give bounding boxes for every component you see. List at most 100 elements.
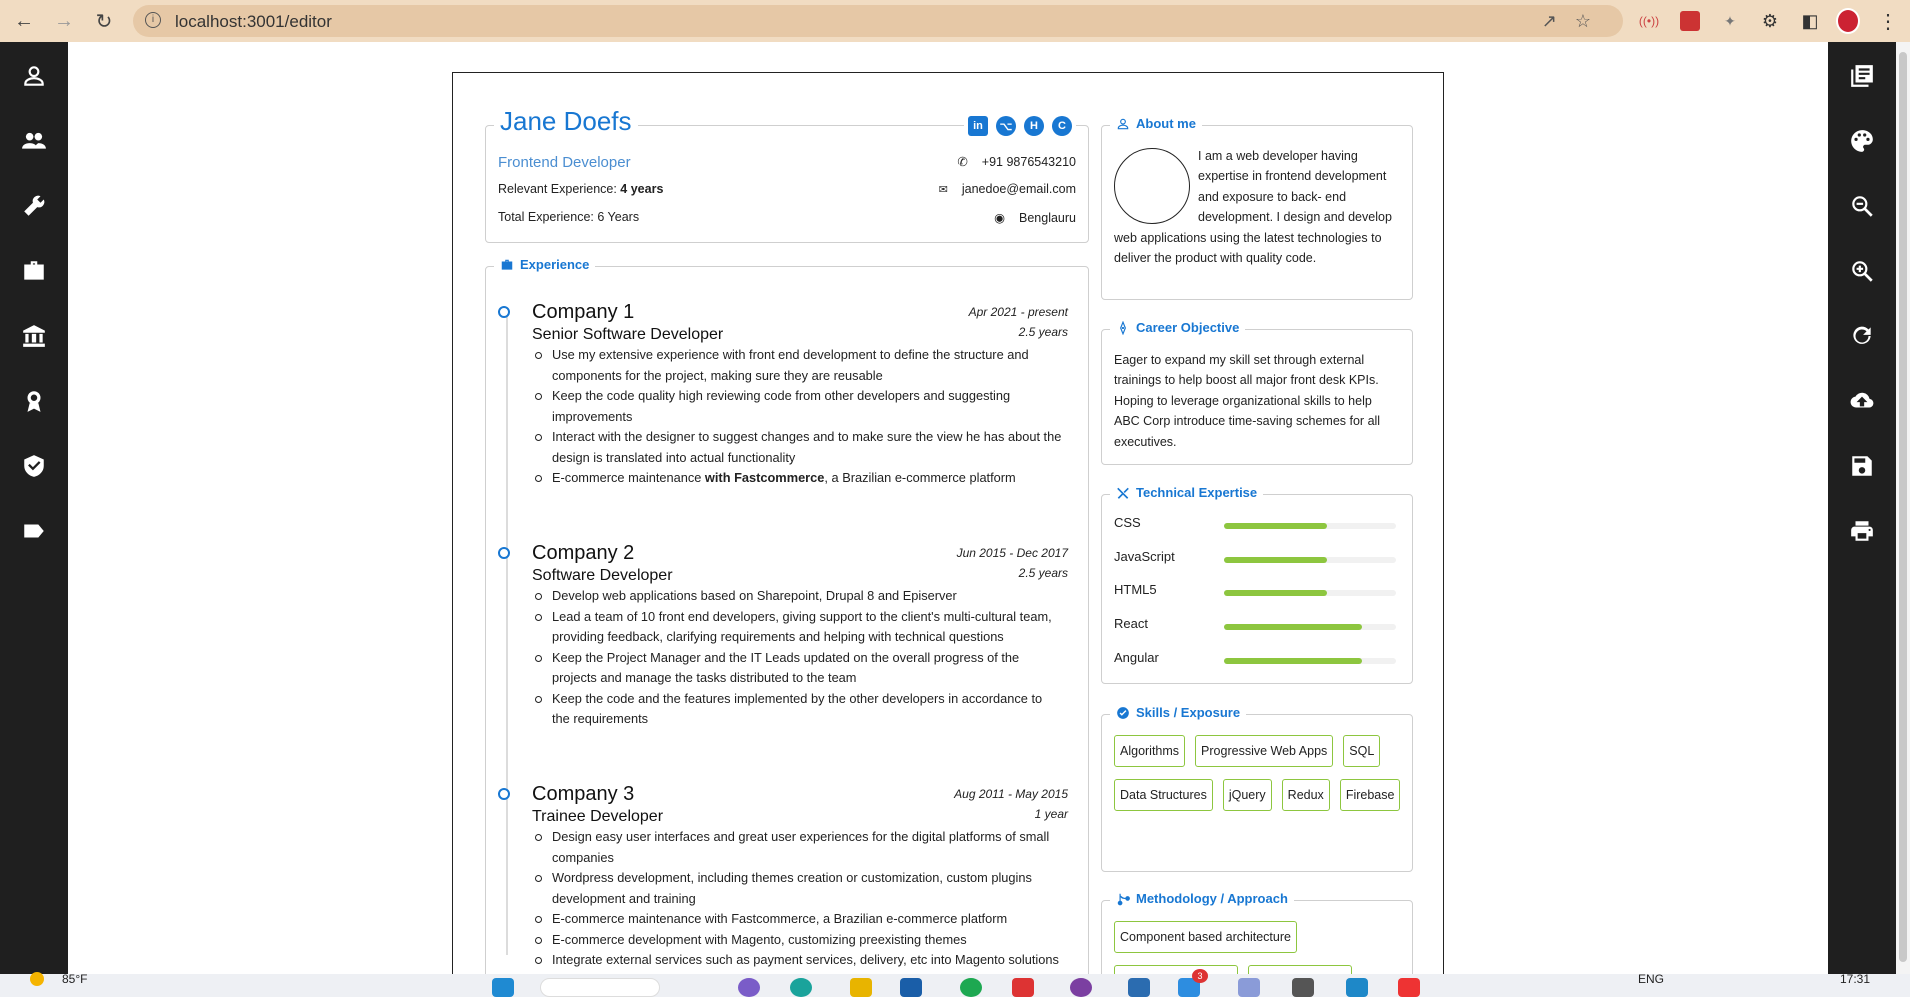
location-text[interactable]: Benglauru (1019, 211, 1076, 225)
skill-row[interactable]: Angular (1114, 650, 1404, 670)
skill-row[interactable]: React (1114, 616, 1404, 636)
shield-icon[interactable] (18, 450, 50, 482)
back-icon[interactable]: ← (12, 9, 36, 33)
job-dates[interactable]: Jun 2015 - Dec 2017 (957, 546, 1068, 560)
skill-chip[interactable]: Firebase (1339, 779, 1401, 811)
github-icon[interactable]: ⌥ (996, 116, 1016, 136)
skill-row[interactable]: CSS (1114, 515, 1404, 535)
info-icon[interactable]: i (145, 12, 161, 28)
briefcase-icon[interactable] (18, 255, 50, 287)
zoom-out-icon[interactable] (1846, 190, 1878, 222)
job-bullet[interactable]: Wordpress development, including themes … (532, 868, 1062, 909)
job-duration[interactable]: 2.5 years (1019, 566, 1068, 580)
job-bullet[interactable]: Integrate external services such as paym… (532, 950, 1062, 971)
label-icon[interactable] (18, 515, 50, 547)
puzzle-icon[interactable]: ⚙ (1758, 9, 1782, 33)
job-duration[interactable]: 2.5 years (1019, 325, 1068, 339)
job-bullet[interactable]: Use my extensive experience with front e… (532, 345, 1062, 386)
taskbar-app-icon[interactable] (1012, 978, 1034, 997)
taskbar-search[interactable] (540, 978, 660, 997)
company-name[interactable]: Company 2 (532, 542, 634, 565)
reset-icon[interactable] (1846, 320, 1878, 352)
windows-start-icon[interactable] (492, 978, 514, 997)
share-icon[interactable]: ↗ (1542, 11, 1575, 31)
candidate-role[interactable]: Frontend Developer (498, 154, 631, 171)
user-icon[interactable] (18, 60, 50, 92)
job-bullet[interactable]: Interact with the designer to suggest ch… (532, 427, 1062, 468)
sidepanel-icon[interactable]: ◧ (1798, 9, 1822, 33)
profile-avatar[interactable] (1836, 8, 1860, 34)
taskbar-app-icon[interactable] (790, 978, 812, 997)
taskbar-app-icon[interactable] (738, 978, 760, 997)
linkedin-icon[interactable]: in (968, 116, 988, 136)
taskbar-app-icon[interactable] (960, 978, 982, 997)
job-bullet[interactable]: E-commerce maintenance with Fastcommerce… (532, 468, 1062, 489)
job-bullet[interactable]: E-commerce maintenance with Fastcommerce… (532, 909, 1062, 930)
profile-photo[interactable] (1114, 148, 1190, 224)
methodology-chip[interactable]: Component based architecture (1114, 921, 1297, 953)
total-experience[interactable]: Total Experience: 6 Years (498, 210, 639, 224)
skill-chip[interactable]: Algorithms (1114, 735, 1186, 767)
job-bullet[interactable]: Develop web applications based on Sharep… (532, 586, 1062, 607)
scrollbar-thumb[interactable] (1899, 52, 1907, 962)
job-dates[interactable]: Apr 2021 - present (969, 305, 1068, 319)
job-dates[interactable]: Aug 2011 - May 2015 (954, 787, 1068, 801)
skill-row[interactable]: HTML5 (1114, 582, 1404, 602)
methodology-chip[interactable] (1248, 965, 1352, 974)
extension-icon[interactable]: ✦ (1718, 9, 1742, 33)
job-bullet[interactable]: Keep the code quality high reviewing cod… (532, 386, 1062, 427)
skill-chip[interactable]: jQuery (1222, 779, 1272, 811)
taskbar-app-icon[interactable] (900, 978, 922, 997)
taskbar-app-icon[interactable] (1070, 978, 1092, 997)
reload-icon[interactable]: ↻ (92, 9, 116, 33)
wrench-icon[interactable] (18, 190, 50, 222)
job-bullet[interactable]: Keep the code and the features implement… (532, 689, 1062, 730)
job-bullet[interactable]: Design easy user interfaces and great us… (532, 827, 1062, 868)
relevant-experience[interactable]: Relevant Experience: 4 years (498, 182, 663, 196)
skill-chip[interactable]: SQL (1343, 735, 1381, 767)
taskbar-app-icon[interactable] (1128, 978, 1150, 997)
clock[interactable]: 17:31 (1840, 972, 1870, 986)
address-bar[interactable]: i localhost:3001/editor ↗☆ (133, 5, 1623, 37)
forward-icon[interactable]: → (52, 9, 76, 33)
job-bullet[interactable]: Keep the Project Manager and the IT Lead… (532, 648, 1062, 689)
language-indicator[interactable]: ENG (1638, 972, 1664, 986)
company-name[interactable]: Company 1 (532, 301, 634, 324)
candidate-name[interactable]: Jane Doefs (494, 106, 638, 137)
codechef-icon[interactable]: C (1052, 116, 1072, 136)
job-title[interactable]: Senior Software Developer (532, 326, 723, 344)
url-text[interactable]: localhost:3001/editor (175, 12, 332, 32)
taskbar-app-icon[interactable] (1292, 978, 1314, 997)
skill-chip[interactable]: Redux (1281, 779, 1330, 811)
palette-icon[interactable] (1846, 125, 1878, 157)
job-duration[interactable]: 1 year (1035, 807, 1068, 821)
email-text[interactable]: janedoe@email.com (962, 182, 1076, 196)
upload-icon[interactable] (1846, 385, 1878, 417)
extension-icon[interactable]: ((•)) (1637, 9, 1661, 33)
star-icon[interactable]: ☆ (1575, 11, 1609, 31)
methodology-chip[interactable] (1114, 965, 1238, 974)
save-icon[interactable] (1846, 450, 1878, 482)
skill-row[interactable]: JavaScript (1114, 549, 1404, 569)
hashnode-icon[interactable]: H (1024, 116, 1044, 136)
job-bullet[interactable]: E-commerce development with Magento, cus… (532, 930, 1062, 951)
skill-chip[interactable]: Data Structures (1114, 779, 1213, 811)
taskbar-app-icon[interactable] (1238, 978, 1260, 997)
weather-temp[interactable]: 85°F (62, 972, 87, 986)
job-title[interactable]: Trainee Developer (532, 808, 663, 826)
bank-icon[interactable] (18, 320, 50, 352)
print-icon[interactable] (1846, 515, 1878, 547)
folder-icon[interactable] (850, 978, 872, 997)
page-scrollbar[interactable] (1896, 42, 1910, 974)
taskbar-app-icon[interactable] (1346, 978, 1368, 997)
job-bullet[interactable]: Lead a team of 10 front end developers, … (532, 607, 1062, 648)
template-icon[interactable] (1846, 60, 1878, 92)
kebab-menu-icon[interactable]: ⋮ (1876, 9, 1900, 33)
extension-icon[interactable] (1680, 11, 1700, 31)
award-icon[interactable] (18, 385, 50, 417)
skill-chip[interactable]: Progressive Web Apps (1195, 735, 1334, 767)
zoom-in-icon[interactable] (1846, 255, 1878, 287)
company-name[interactable]: Company 3 (532, 783, 634, 806)
people-icon[interactable] (18, 125, 50, 157)
objective-text[interactable]: Eager to expand my skill set through ext… (1114, 350, 1400, 452)
